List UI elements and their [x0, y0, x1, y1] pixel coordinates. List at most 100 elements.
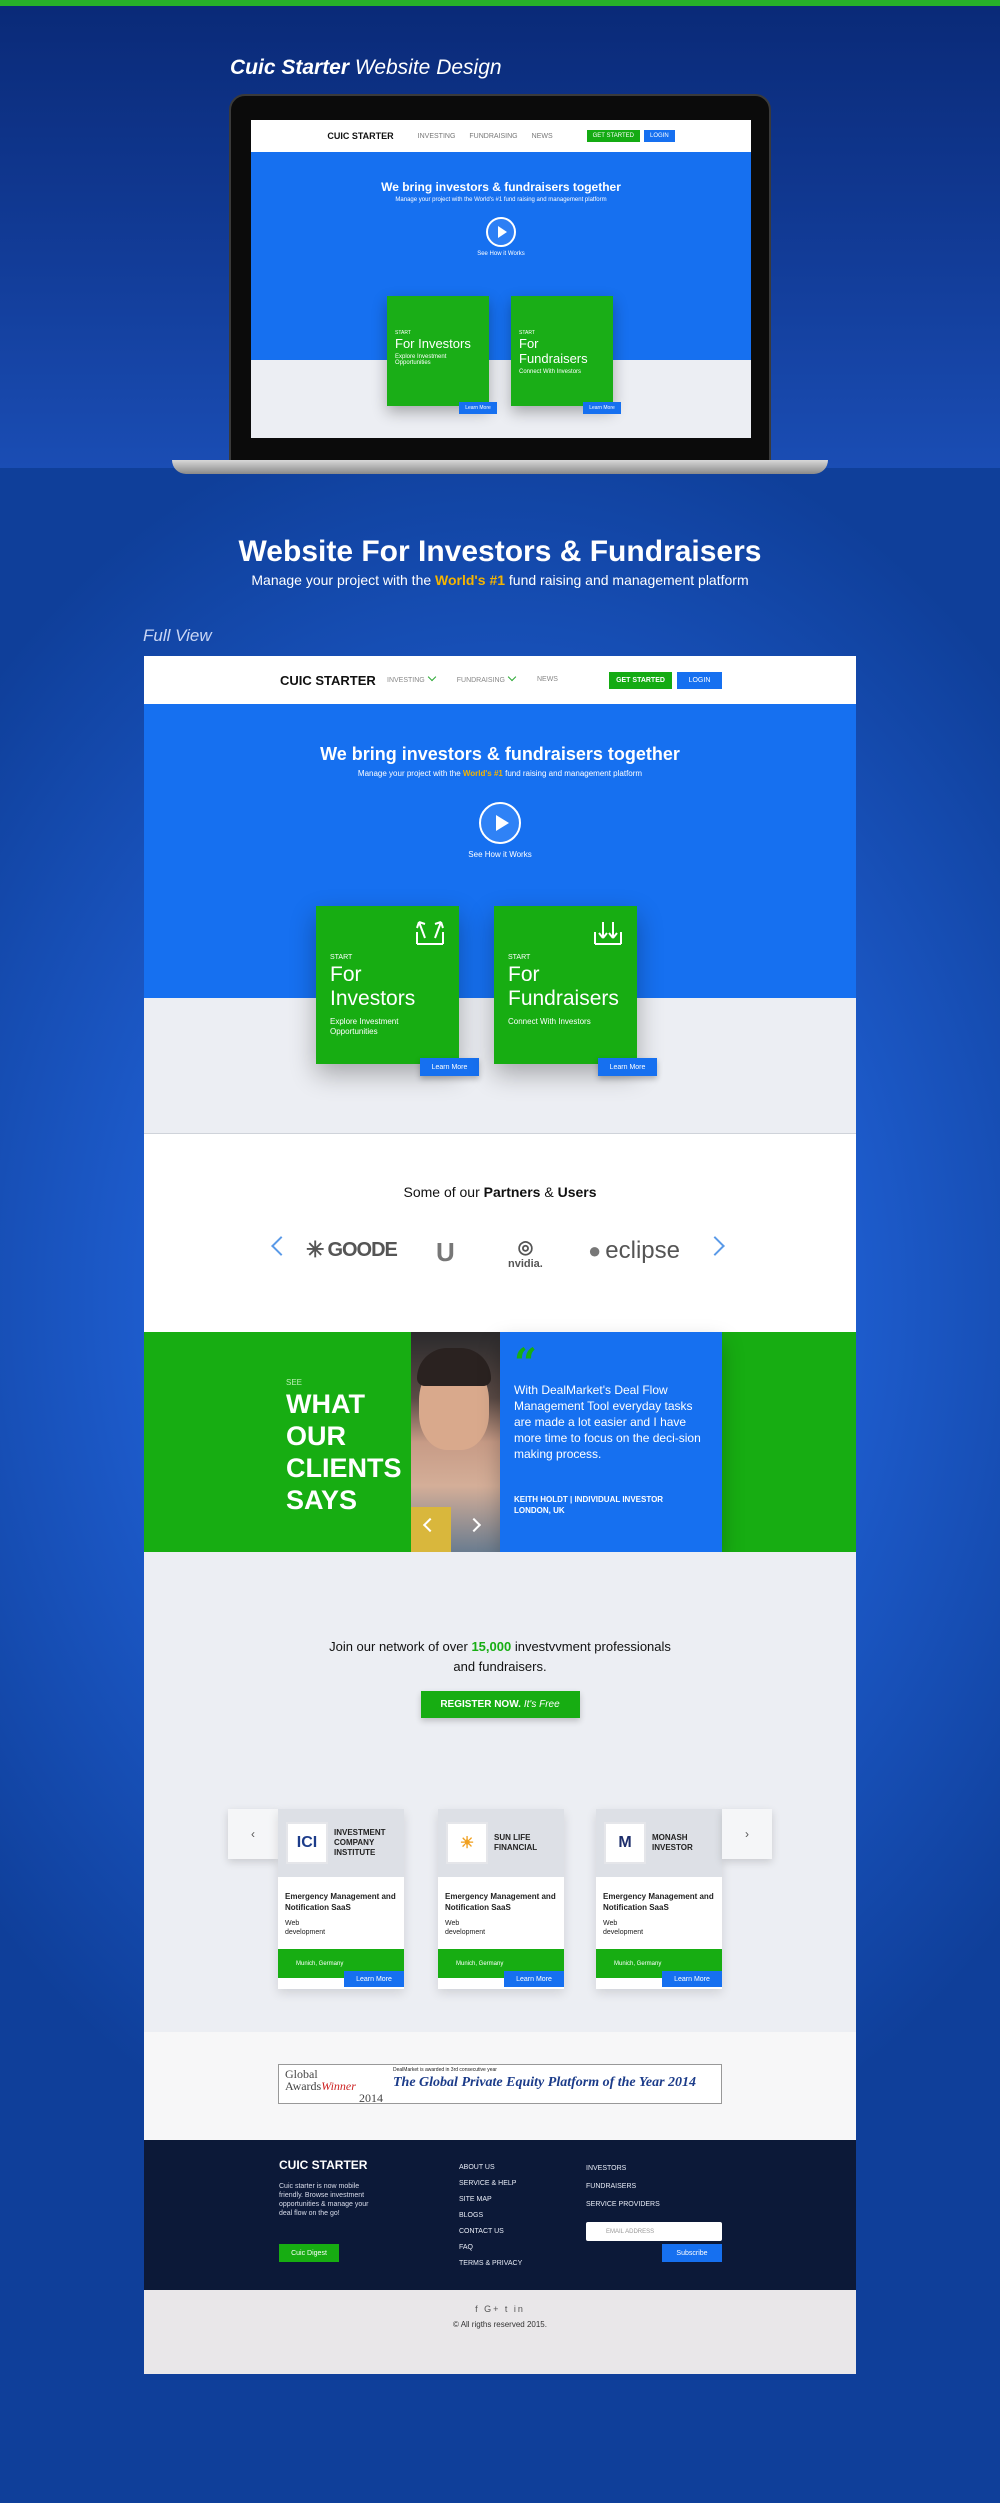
sun-life-logo: ☀: [446, 1822, 488, 1864]
company-service: Web development: [445, 1920, 486, 1936]
mini-nav-fundraising[interactable]: FUNDRAISING: [469, 133, 517, 140]
nav-news[interactable]: NEWS: [537, 676, 558, 684]
showcase-title: Cuic Starter Website Design: [230, 56, 502, 79]
site-logo[interactable]: CUIC STARTER: [280, 673, 376, 688]
companies-prev-arrow[interactable]: ‹: [228, 1809, 278, 1859]
monash-logo: M: [604, 1822, 646, 1864]
company-card[interactable]: M MONASH INVESTOR Emergency Management an…: [596, 1809, 722, 1989]
see-how-link[interactable]: See How it Works: [144, 850, 856, 859]
company-service: Web development: [603, 1920, 644, 1936]
footer-link[interactable]: ABOUT US: [459, 2160, 522, 2176]
mini-card-investors[interactable]: START For Investors Explore Investment Opp…: [387, 296, 489, 406]
mini-hero: We bring investors & fundraisers togethe…: [251, 152, 751, 360]
full-view-label: Full View: [143, 626, 212, 645]
footer-link[interactable]: SERVICE & HELP: [459, 2176, 522, 2192]
section-title: Website For Investors & Fundraisers: [238, 535, 762, 568]
hero-subtitle: Manage your project with the World's #1 …: [357, 769, 643, 778]
mini-logo: CUIC STARTER: [327, 131, 394, 141]
mini-play-icon[interactable]: [486, 217, 516, 247]
company-name: INVESTMENT COMPANY INSTITUTE: [334, 1828, 386, 1857]
card-title: For: [330, 963, 362, 986]
testimonial-next-arrow[interactable]: [466, 1517, 482, 1533]
company-learn-more-button[interactable]: Learn More: [504, 1971, 564, 1987]
email-field[interactable]: EMAIL ADDRESS: [586, 2222, 722, 2241]
play-icon[interactable]: [479, 802, 521, 844]
card-title-2: Fundraisers: [508, 987, 619, 1010]
footer-link[interactable]: CONTACT US: [459, 2224, 522, 2240]
companies-next-arrow[interactable]: ›: [722, 1809, 772, 1859]
hero-title: We bring investors & fundraisers togethe…: [320, 744, 680, 764]
company-card[interactable]: ☀ SUN LIFE FINANCIAL Emergency Management…: [438, 1809, 564, 1989]
mini-learn-more-button[interactable]: Learn More: [459, 402, 497, 414]
quote-icon: “: [514, 1340, 538, 1387]
footer-links-col2: INVESTORS FUNDRAISERS SERVICE PROVIDERS: [586, 2160, 660, 2214]
eclipse-logo: ● eclipse: [588, 1237, 681, 1264]
testimonial-see-label: SEE: [286, 1378, 303, 1387]
mini-nav: CUIC STARTER INVESTING FUNDRAISING NEWS …: [251, 120, 751, 152]
footer: CUIC STARTER Cuic starter is now mobile …: [144, 2140, 856, 2290]
learn-more-fundraisers-button[interactable]: Learn More: [598, 1058, 657, 1076]
footer-link[interactable]: FUNDRAISERS: [586, 2178, 660, 2196]
company-name: MONASH INVESTOR: [652, 1833, 693, 1852]
testimonial-heading: WHAT OUR CLIENTS SAYS: [286, 1389, 402, 1515]
navbar: CUIC STARTER INVESTING FUNDRAISING NEWS …: [144, 656, 856, 704]
arrows-in-icon: [594, 922, 622, 945]
company-project: Emergency Management and Notification Sa…: [445, 1892, 556, 1912]
partners-heading: Some of our Partners & Users: [403, 1184, 597, 1200]
laptop-mockup: CUIC STARTER INVESTING FUNDRAISING NEWS …: [229, 94, 771, 466]
company-project: Emergency Management and Notification Sa…: [603, 1892, 714, 1912]
footer-links-col1: ABOUT US SERVICE & HELP SITE MAP BLOGS C…: [459, 2160, 522, 2272]
copyright-text: © All rigths reserved 2015.: [453, 2320, 547, 2329]
join-text: Join our network of over 15,000 investvv…: [329, 1639, 671, 1674]
get-started-button[interactable]: GET STARTED: [609, 672, 672, 689]
showcase-section: Cuic Starter Website Design CUIC STARTER…: [0, 6, 1000, 474]
full-page-mockup: CUIC STARTER INVESTING FUNDRAISING NEWS …: [144, 656, 856, 2374]
section-subtitle: Manage your project with the World's #1 …: [251, 572, 749, 588]
footer-link[interactable]: TERMS & PRIVACY: [459, 2256, 522, 2272]
card-for-investors[interactable]: START For Investors Explore Investment O…: [316, 906, 459, 1064]
partners-next-arrow[interactable]: [705, 1236, 725, 1256]
company-learn-more-button[interactable]: Learn More: [344, 1971, 404, 1987]
mini-nav-investing[interactable]: INVESTING: [418, 133, 456, 140]
footer-link[interactable]: INVESTORS: [586, 2160, 660, 2178]
card-start-label: START: [508, 954, 531, 961]
footer-link[interactable]: SERVICE PROVIDERS: [586, 2196, 660, 2214]
company-project: Emergency Management and Notification Sa…: [285, 1892, 396, 1912]
register-now-button[interactable]: REGISTER NOW. It's Free: [420, 1691, 580, 1718]
testimonial-quote: With DealMarket's Deal Flow Management T…: [514, 1383, 701, 1461]
footer-link[interactable]: BLOGS: [459, 2208, 522, 2224]
mini-hero-subtitle: Manage your project with the World's #1 …: [395, 197, 607, 203]
cuic-digest-button[interactable]: Cuic Digest: [279, 2244, 339, 2262]
card-title: For: [508, 963, 540, 986]
company-learn-more-button[interactable]: Learn More: [662, 1971, 722, 1987]
laptop-base: [172, 460, 828, 474]
client-photo: [411, 1332, 500, 1552]
nav-investing[interactable]: INVESTING: [387, 676, 435, 684]
mini-get-started-button[interactable]: GET STARTED: [586, 130, 640, 142]
copyright-bar: f G+ t in © All rigths reserved 2015.: [144, 2290, 856, 2374]
card-for-fundraisers[interactable]: START For Fundraisers Connect With Inves…: [494, 906, 637, 1064]
footer-brand: CUIC STARTER: [279, 2158, 368, 2172]
mini-login-button[interactable]: LOGIN: [643, 130, 675, 142]
footer-description: Cuic starter is now mobile friendly. Bro…: [279, 2183, 369, 2217]
mini-see-how[interactable]: See How it Works: [251, 251, 751, 257]
company-name: SUN LIFE FINANCIAL: [494, 1833, 538, 1852]
footer-link[interactable]: SITE MAP: [459, 2192, 522, 2208]
footer-link[interactable]: FAQ: [459, 2240, 522, 2256]
card-description: Connect With Investors: [508, 1017, 591, 1026]
partners-prev-arrow[interactable]: [271, 1236, 291, 1256]
mini-learn-more-button[interactable]: Learn More: [583, 402, 621, 414]
login-button[interactable]: LOGIN: [677, 672, 722, 689]
card-description: Explore Investment Opportunities: [330, 1017, 399, 1036]
mini-card-fundraisers[interactable]: START For Fundraisers Connect With Investo…: [511, 296, 613, 406]
learn-more-investors-button[interactable]: Learn More: [420, 1058, 479, 1076]
mini-nav-news[interactable]: NEWS: [532, 133, 553, 140]
company-service: Web development: [285, 1920, 326, 1936]
nav-fundraising[interactable]: FUNDRAISING: [457, 676, 515, 684]
partners-section: Some of our Partners & Users ✳ GOODE U ◎ n…: [144, 1134, 856, 1332]
card-title-2: Investors: [330, 987, 416, 1010]
testimonial-quote-box: “ With DealMarket's Deal Flow Management…: [500, 1332, 722, 1552]
social-icons[interactable]: f G+ t in: [144, 2304, 856, 2314]
subscribe-button[interactable]: Subscribe: [662, 2244, 722, 2262]
company-card[interactable]: ICI INVESTMENT COMPANY INSTITUTE Emergenc…: [278, 1809, 404, 1989]
